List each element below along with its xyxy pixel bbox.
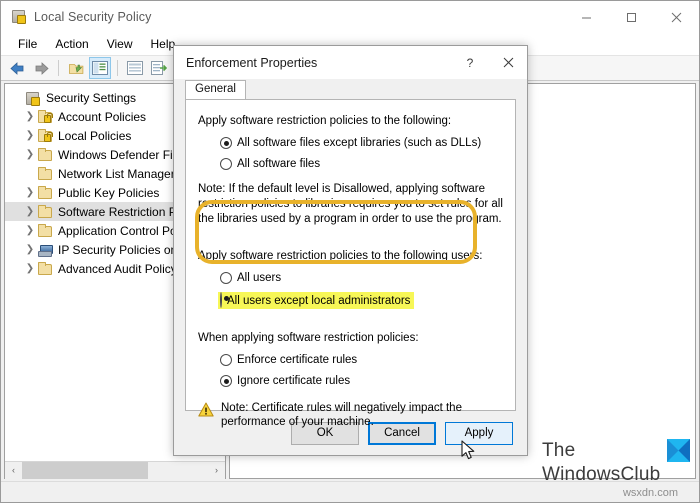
radio-ignore-certificate-rules[interactable]: Ignore certificate rules: [220, 374, 503, 388]
scrollbar-thumb[interactable]: [22, 461, 149, 479]
section3: When applying software restriction polic…: [198, 331, 503, 429]
folder-icon: [37, 185, 54, 200]
scroll-left-arrow-icon[interactable]: ‹: [5, 461, 22, 479]
statusbar: [1, 481, 699, 502]
dialog-title: Enforcement Properties: [186, 55, 318, 70]
radio-button[interactable]: [220, 354, 232, 366]
certificate-rules-warning: Note: Certificate rules will negatively …: [198, 401, 503, 429]
folder-lock-icon: [37, 109, 54, 124]
radio-label: Enforce certificate rules: [237, 354, 358, 366]
tree-horizontal-scrollbar[interactable]: ‹ ›: [5, 461, 225, 479]
warning-text: Note: Certificate rules will negatively …: [221, 402, 462, 428]
up-one-level-icon[interactable]: [65, 57, 87, 79]
menu-file[interactable]: File: [9, 34, 46, 54]
radio-all-users-except-local-administrators[interactable]: All users except local administrators: [218, 292, 415, 309]
chevron-right-icon[interactable]: ❯: [23, 225, 37, 236]
folder-lock-icon: [37, 128, 54, 143]
section1-note: Note: If the default level is Disallowed…: [198, 183, 503, 225]
radio-button[interactable]: [220, 137, 232, 149]
window-titlebar: Local Security Policy: [1, 1, 699, 33]
dialog-window-controls: ?: [451, 46, 527, 79]
chevron-right-icon[interactable]: ❯: [23, 263, 37, 274]
chevron-right-icon[interactable]: ❯: [23, 244, 37, 255]
tab-general[interactable]: General: [185, 80, 246, 99]
folder-icon: [37, 147, 54, 162]
tree-item-label: Account Policies: [58, 109, 147, 124]
chevron-right-icon[interactable]: ❯: [23, 187, 37, 198]
radio-label: All users except local administrators: [227, 295, 411, 307]
radio-button[interactable]: [220, 292, 222, 308]
ip-security-icon: [37, 243, 54, 257]
radio-all-software-files[interactable]: All software files: [220, 157, 503, 171]
scroll-right-arrow-icon[interactable]: ›: [208, 461, 225, 479]
properties-icon[interactable]: [148, 57, 170, 79]
folder-icon: [37, 261, 54, 276]
security-settings-icon: [25, 91, 42, 106]
dialog-tabstrip: General: [174, 79, 527, 99]
section2: Apply software restriction policies to t…: [198, 249, 503, 309]
warning-triangle-icon: [198, 402, 214, 417]
folder-icon: [37, 204, 54, 219]
radio-button[interactable]: [220, 158, 232, 170]
folder-icon: [37, 223, 54, 238]
dialog-close-button[interactable]: [489, 46, 527, 79]
toolbar-separator: [117, 60, 118, 76]
radio-button[interactable]: [220, 375, 232, 387]
forward-arrow-icon[interactable]: [30, 57, 52, 79]
tree-item-label: Local Policies: [58, 128, 132, 143]
back-arrow-icon[interactable]: [6, 57, 28, 79]
close-button[interactable]: [654, 1, 699, 33]
folder-icon: [37, 166, 54, 181]
radio-all-users[interactable]: All users: [220, 271, 503, 285]
chevron-right-icon[interactable]: ❯: [23, 111, 37, 122]
dialog-help-button[interactable]: ?: [451, 46, 489, 79]
tree-item-label: Security Settings: [46, 90, 137, 105]
section2-heading: Apply software restriction policies to t…: [198, 250, 483, 262]
radio-label: All software files: [237, 158, 321, 170]
enforcement-properties-dialog: Enforcement Properties ? General Apply s…: [173, 45, 528, 456]
chevron-right-icon[interactable]: ❯: [23, 206, 37, 217]
toolbar-separator: [58, 60, 59, 76]
menu-view[interactable]: View: [98, 34, 142, 54]
security-policy-icon: [11, 9, 27, 25]
radio-all-software-files-except-libraries[interactable]: All software files except libraries (suc…: [220, 136, 503, 150]
chevron-right-icon[interactable]: ❯: [23, 149, 37, 160]
radio-button[interactable]: [220, 272, 232, 284]
dialog-titlebar: Enforcement Properties ?: [174, 46, 527, 79]
tree-item-label: Public Key Policies: [58, 185, 160, 200]
window-controls: [564, 1, 699, 33]
show-hide-console-tree-icon[interactable]: [89, 57, 111, 79]
menu-action[interactable]: Action: [46, 34, 97, 54]
radio-label: All users: [237, 272, 282, 284]
minimize-button[interactable]: [564, 1, 609, 33]
radio-label: Ignore certificate rules: [237, 375, 351, 387]
scrollbar-track[interactable]: [22, 461, 208, 479]
window-title: Local Security Policy: [34, 10, 152, 24]
radio-label: All software files except libraries (suc…: [237, 137, 482, 149]
chevron-right-icon[interactable]: ❯: [23, 130, 37, 141]
section1-heading: Apply software restriction policies to t…: [198, 115, 452, 127]
maximize-button[interactable]: [609, 1, 654, 33]
dialog-general-page: Apply software restriction policies to t…: [185, 99, 516, 428]
export-list-icon[interactable]: [124, 57, 146, 79]
section3-heading: When applying software restriction polic…: [198, 332, 419, 344]
radio-enforce-certificate-rules[interactable]: Enforce certificate rules: [220, 353, 503, 367]
